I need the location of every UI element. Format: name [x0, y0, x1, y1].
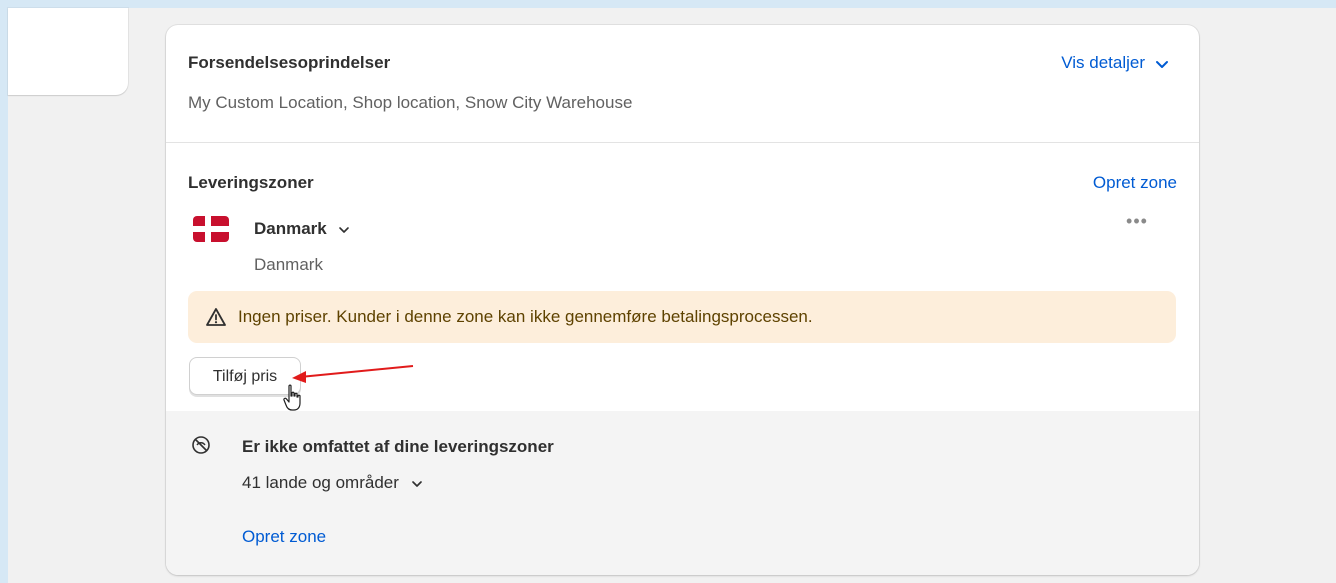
origins-locations: My Custom Location, Shop location, Snow …	[188, 93, 633, 112]
chevron-down-icon	[338, 226, 349, 233]
zone-name[interactable]: Danmark	[254, 219, 350, 239]
chevron-down-icon	[411, 480, 422, 487]
section-divider	[166, 142, 1199, 143]
not-covered-section: Er ikke omfattet af dine leveringszoner …	[166, 411, 1199, 575]
zone-countries: Danmark	[254, 255, 323, 274]
hand-cursor-icon	[283, 384, 301, 411]
side-card	[8, 8, 128, 95]
shipping-profile-card: Forsendelsesoprindelser Vis detaljer My …	[166, 25, 1199, 575]
zone-name-label: Danmark	[254, 219, 327, 238]
countries-count-toggle[interactable]: 41 lande og områder	[242, 473, 424, 493]
warning-icon	[206, 308, 226, 326]
globe-off-icon	[192, 436, 210, 454]
origins-title: Forsendelsesoprindelser	[188, 53, 391, 72]
warning-text: Ingen priser. Kunder i denne zone kan ik…	[238, 307, 813, 326]
ellipsis-icon[interactable]: •••	[1124, 211, 1150, 231]
create-zone-link-secondary[interactable]: Opret zone	[242, 527, 326, 547]
chevron-down-icon[interactable]	[1154, 56, 1170, 72]
countries-count-label: 41 lande og områder	[242, 473, 399, 492]
zones-title: Leveringszoner	[188, 173, 314, 192]
denmark-flag-icon	[193, 216, 229, 242]
details-link[interactable]: Vis detaljer	[1061, 53, 1145, 73]
not-covered-title: Er ikke omfattet af dine leveringszoner	[242, 437, 554, 456]
warning-banner: Ingen priser. Kunder i denne zone kan ik…	[188, 291, 1176, 343]
create-zone-link[interactable]: Opret zone	[1093, 173, 1177, 193]
